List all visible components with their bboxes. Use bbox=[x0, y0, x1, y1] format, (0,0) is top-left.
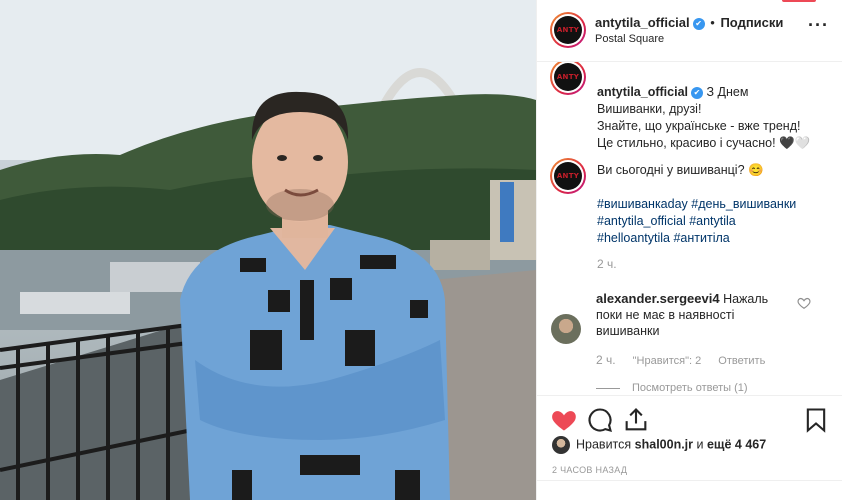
hashtag-link[interactable]: #helloantytila bbox=[597, 231, 670, 245]
caption-line-3: Знайте, що українське - вже тренд! bbox=[597, 119, 801, 133]
second-comment: Ви сьогодні у вишиванці? 😊 bbox=[597, 163, 764, 177]
comment-meta: 2 ч. "Нравится": 2 Ответить bbox=[596, 353, 765, 367]
caption-username[interactable]: antytila_official bbox=[597, 85, 688, 99]
comments-section[interactable]: ANTY antytila_official ✔ З Днем Вишиванки… bbox=[537, 62, 842, 395]
comment-text: alexander.sergeevi4 Нажаль поки не має в… bbox=[596, 291, 796, 339]
header-user-line: antytila_official ✔ • Подписки bbox=[595, 15, 783, 30]
comment-icon[interactable] bbox=[586, 406, 614, 434]
commenter-username[interactable]: alexander.sergeevi4 bbox=[596, 291, 720, 306]
caption-line-4: Це стильно, красиво і сучасно! 🖤🤍 bbox=[597, 136, 811, 150]
caption-verified-icon: ✔ bbox=[691, 87, 703, 99]
liker-avatar[interactable] bbox=[552, 436, 570, 454]
second-avatar-text: ANTY bbox=[556, 172, 580, 180]
post-date[interactable]: 2 ЧАСОВ НАЗАД bbox=[552, 465, 627, 475]
hashtag-link[interactable]: #antytila_official bbox=[597, 214, 686, 228]
hashtag-link[interactable]: #antytila bbox=[689, 214, 736, 228]
hashtag-link[interactable]: #день_вишиванки bbox=[691, 197, 796, 211]
avatar-text: ANTY bbox=[556, 26, 580, 34]
caption-line-1: З Днем bbox=[706, 85, 749, 99]
likes-prefix: Нравится bbox=[576, 437, 632, 452]
likes-summary: Нравится shal00n.jr и ещё 4 467 bbox=[552, 436, 766, 456]
post-header: ANTY antytila_official ✔ • Подписки Posta… bbox=[537, 0, 842, 62]
comment-likes[interactable]: "Нравится": 2 bbox=[633, 355, 702, 367]
commenter-avatar[interactable] bbox=[551, 314, 581, 344]
heart-filled-icon[interactable] bbox=[550, 406, 578, 434]
view-replies[interactable]: Посмотреть ответы (1) bbox=[596, 382, 748, 394]
comment-time[interactable]: 2 ч. bbox=[596, 353, 616, 367]
following-button[interactable]: Подписки bbox=[720, 15, 783, 30]
photo-scene bbox=[0, 0, 536, 500]
comment-like-heart-icon[interactable] bbox=[797, 296, 811, 310]
verified-badge-icon: ✔ bbox=[692, 18, 705, 30]
caption-avatar[interactable]: ANTY bbox=[550, 62, 586, 95]
replies-divider bbox=[596, 387, 620, 389]
author-username[interactable]: antytila_official bbox=[595, 15, 690, 30]
more-options-icon[interactable]: ··· bbox=[808, 16, 829, 34]
dot-separator: • bbox=[710, 15, 715, 30]
hashtag-link[interactable]: #антитіла bbox=[673, 231, 729, 245]
author-avatar[interactable]: ANTY bbox=[550, 12, 586, 48]
liker-username[interactable]: shal00n.jr bbox=[635, 437, 693, 451]
hashtag-link[interactable]: #вишиванкаday bbox=[597, 197, 688, 211]
hashtags: #вишиванкаday #день_вишиванки #antytila_… bbox=[597, 196, 817, 247]
likes-conj: и bbox=[696, 437, 704, 452]
footer-divider bbox=[536, 480, 842, 481]
post-photo[interactable] bbox=[0, 0, 536, 500]
location-link[interactable]: Postal Square bbox=[595, 33, 664, 45]
bookmark-icon[interactable] bbox=[802, 406, 830, 434]
share-icon[interactable] bbox=[622, 406, 650, 434]
caption-time[interactable]: 2 ч. bbox=[597, 257, 617, 271]
caption-text: antytila_official ✔ З Днем Вишиванки, дру… bbox=[597, 84, 817, 152]
view-replies-label[interactable]: Посмотреть ответы (1) bbox=[632, 382, 748, 394]
reply-button[interactable]: Ответить bbox=[718, 355, 765, 367]
second-avatar[interactable]: ANTY bbox=[550, 158, 586, 194]
caption-line-2: Вишиванки, друзі! bbox=[597, 102, 702, 116]
caption-avatar-text: ANTY bbox=[556, 73, 580, 81]
likes-others[interactable]: ещё 4 467 bbox=[707, 437, 766, 451]
